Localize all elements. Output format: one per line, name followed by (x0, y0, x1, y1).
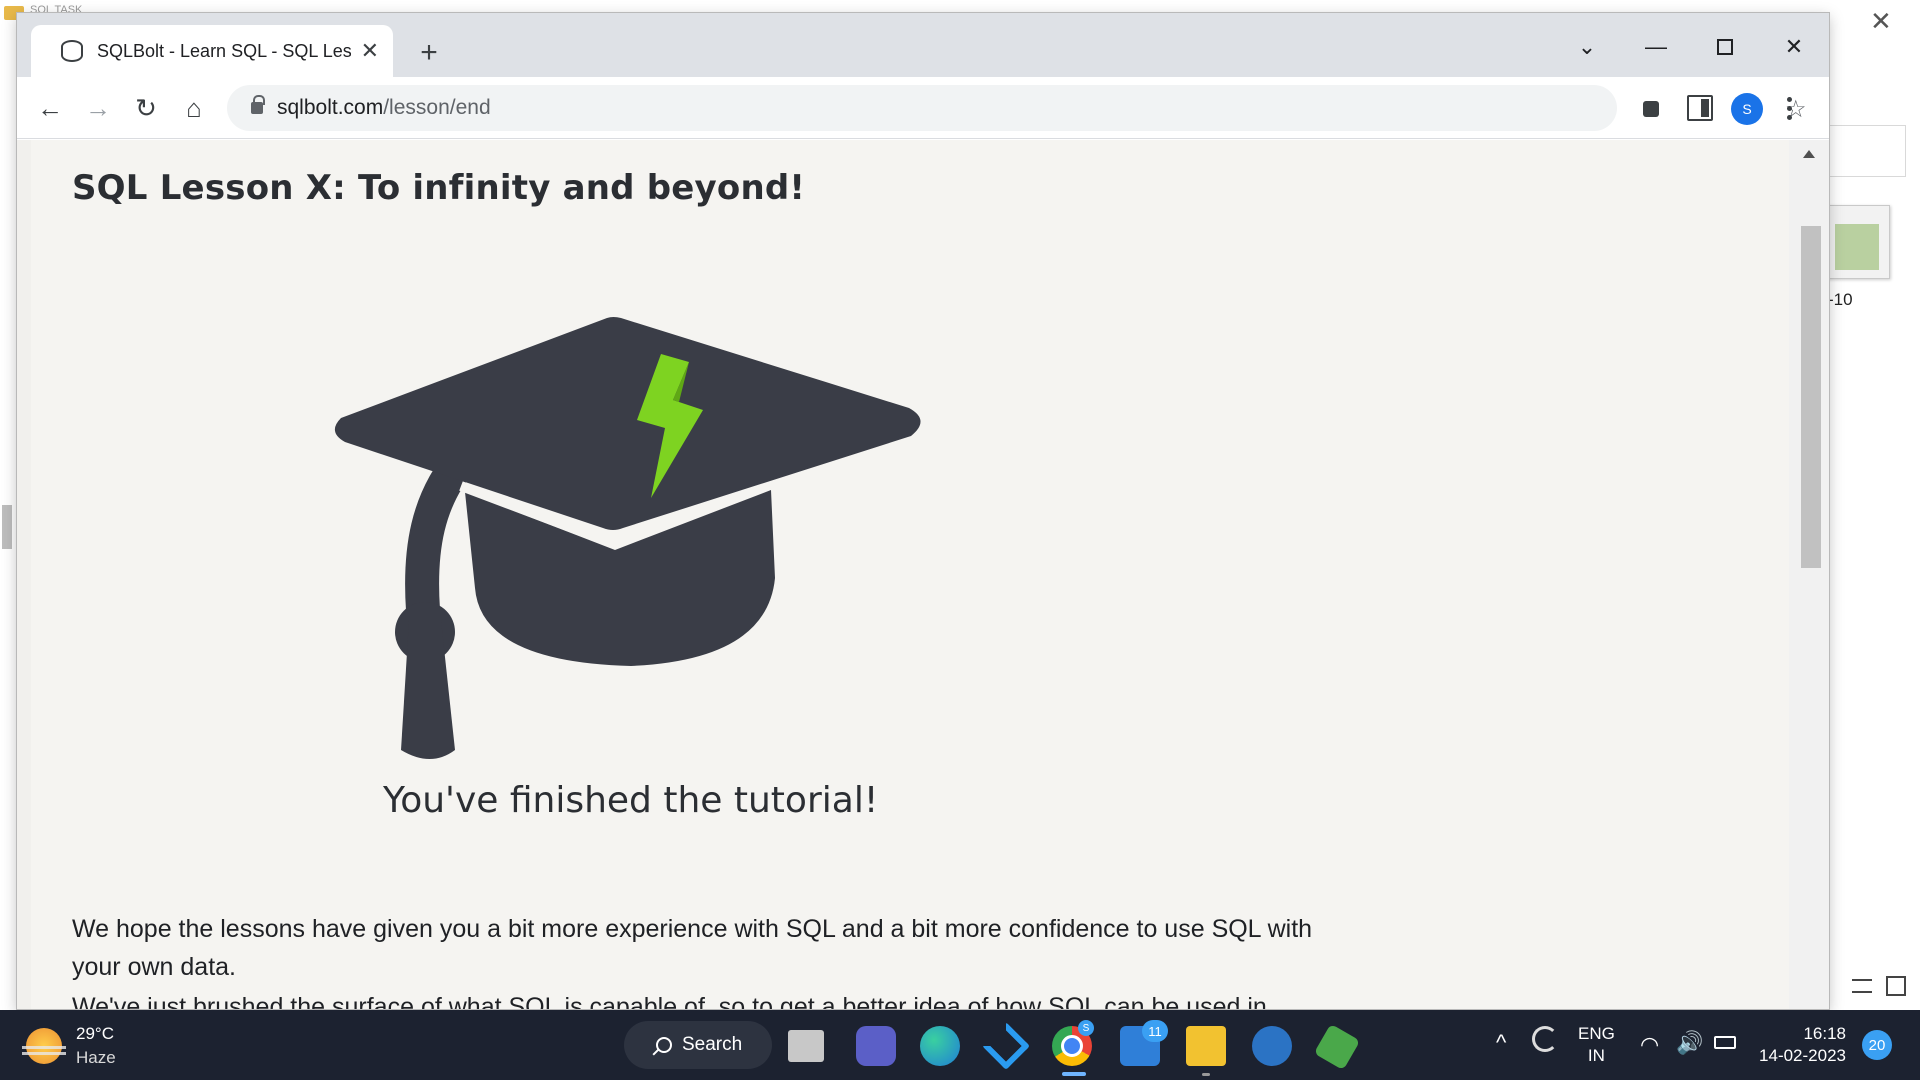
scrollbar-thumb[interactable] (1801, 226, 1821, 568)
file-thumbnail-label: -10 (1828, 290, 1853, 309)
url-host: sqlbolt.com (277, 96, 384, 119)
url-path: /lesson/end (383, 96, 491, 119)
explorer-running-indicator (1202, 1073, 1210, 1076)
view-toggle[interactable] (1852, 976, 1906, 996)
background-search-box[interactable] (1826, 125, 1906, 177)
battery-icon[interactable] (1714, 1036, 1736, 1049)
weather-widget[interactable]: 29°C Haze (22, 1024, 116, 1068)
system-clock[interactable]: 16:18 14-02-2023 (1756, 1023, 1846, 1067)
taskbar: 29°C Haze Search S 11 ^ ENG IN ◠ 🔊 16:18… (0, 1010, 1920, 1080)
language-indicator[interactable]: ENG IN (1578, 1023, 1615, 1067)
green-hexagon-app-icon[interactable] (1313, 1023, 1361, 1071)
new-tab-button[interactable]: + (409, 33, 449, 73)
vscode-icon[interactable] (981, 1021, 1031, 1071)
back-button[interactable]: ← (29, 87, 71, 129)
search-icon (656, 1037, 672, 1053)
close-window-button[interactable]: ✕ (1764, 25, 1824, 69)
details-view-icon[interactable] (1852, 979, 1872, 993)
reload-button[interactable]: ↻ (125, 87, 167, 129)
wifi-icon[interactable]: ◠ (1640, 1032, 1659, 1058)
mail-unread-badge: 11 (1142, 1020, 1168, 1042)
page-scrollbar[interactable] (1789, 140, 1829, 1009)
database-favicon-icon (61, 40, 83, 62)
maximize-icon (1717, 39, 1733, 55)
extensions-puzzle-icon[interactable] (1639, 95, 1665, 121)
background-close-icon[interactable]: ✕ (1870, 8, 1892, 34)
graduation-cap-illustration (331, 310, 1011, 770)
sync-icon[interactable] (1532, 1026, 1558, 1052)
taskbar-search-label: Search (682, 1034, 743, 1055)
task-view-icon[interactable] (788, 1030, 824, 1062)
notification-count-badge[interactable]: 20 (1862, 1030, 1892, 1060)
menu-kebab-icon[interactable] (1777, 91, 1801, 125)
clock-time: 16:18 (1803, 1024, 1846, 1043)
closing-paragraph-1: We hope the lessons have given you a bit… (72, 915, 1313, 981)
minimize-button[interactable]: — (1626, 25, 1686, 69)
tab-search-button[interactable]: ⌄ (1557, 25, 1617, 69)
start-button[interactable] (564, 1027, 600, 1063)
chrome-profile-badge: S (1078, 1020, 1094, 1036)
weather-temperature: 29°C (76, 1024, 114, 1043)
chrome-active-indicator (1062, 1072, 1086, 1076)
scroll-up-arrow-icon[interactable] (1803, 150, 1815, 158)
volume-icon[interactable]: 🔊 (1676, 1030, 1703, 1056)
profile-avatar[interactable]: S (1731, 93, 1763, 125)
completion-caption: You've finished the tutorial! (383, 780, 879, 821)
lesson-page: SQL Lesson X: To infinity and beyond! Yo… (31, 140, 1789, 1009)
background-scroll-handle (2, 505, 12, 549)
url-text[interactable]: sqlbolt.com/lesson/end (277, 96, 491, 120)
page-title: SQL Lesson X: To infinity and beyond! (72, 168, 806, 208)
browser-toolbar: ← → ↻ ⌂ sqlbolt.com/lesson/end ⇪ ☆ S (17, 77, 1829, 139)
weather-condition: Haze (76, 1048, 116, 1067)
address-bar[interactable]: sqlbolt.com/lesson/end ⇪ ☆ (227, 85, 1807, 131)
browser-window: SQLBolt - Learn SQL - SQL Lesson X: To i… (17, 13, 1829, 1009)
language-code: ENG (1578, 1024, 1615, 1043)
tab-title: SQLBolt - Learn SQL - SQL Lesson X: To i… (97, 40, 351, 61)
maximize-button[interactable] (1695, 25, 1755, 69)
tab-strip: SQLBolt - Learn SQL - SQL Lesson X: To i… (17, 13, 1829, 77)
language-region: IN (1587, 1046, 1605, 1065)
tab-sqlbolt[interactable]: SQLBolt - Learn SQL - SQL Lesson X: To i… (31, 25, 393, 77)
file-thumbnail[interactable] (1826, 205, 1890, 279)
closing-paragraph-2: We've just brushed the surface of what S… (72, 993, 1267, 1009)
taskbar-search[interactable]: Search (624, 1021, 772, 1069)
forward-button[interactable]: → (77, 87, 119, 129)
side-panel-icon[interactable] (1687, 95, 1713, 121)
show-hidden-icons-chevron-icon[interactable]: ^ (1496, 1030, 1506, 1056)
user-app-icon[interactable] (1252, 1026, 1292, 1066)
graduation-cap-icon (334, 317, 921, 759)
home-button[interactable]: ⌂ (173, 87, 215, 129)
page-viewport: SQL Lesson X: To infinity and beyond! Yo… (17, 140, 1829, 1009)
tab-close-icon[interactable]: ✕ (361, 38, 379, 64)
file-explorer-icon[interactable] (1186, 1026, 1226, 1066)
large-icons-view-icon[interactable] (1886, 976, 1906, 996)
clock-date: 14-02-2023 (1759, 1046, 1846, 1065)
haze-weather-icon (22, 1028, 66, 1064)
edge-browser-icon[interactable] (920, 1026, 960, 1066)
teams-chat-icon[interactable] (856, 1026, 896, 1066)
lock-icon[interactable] (251, 95, 265, 114)
